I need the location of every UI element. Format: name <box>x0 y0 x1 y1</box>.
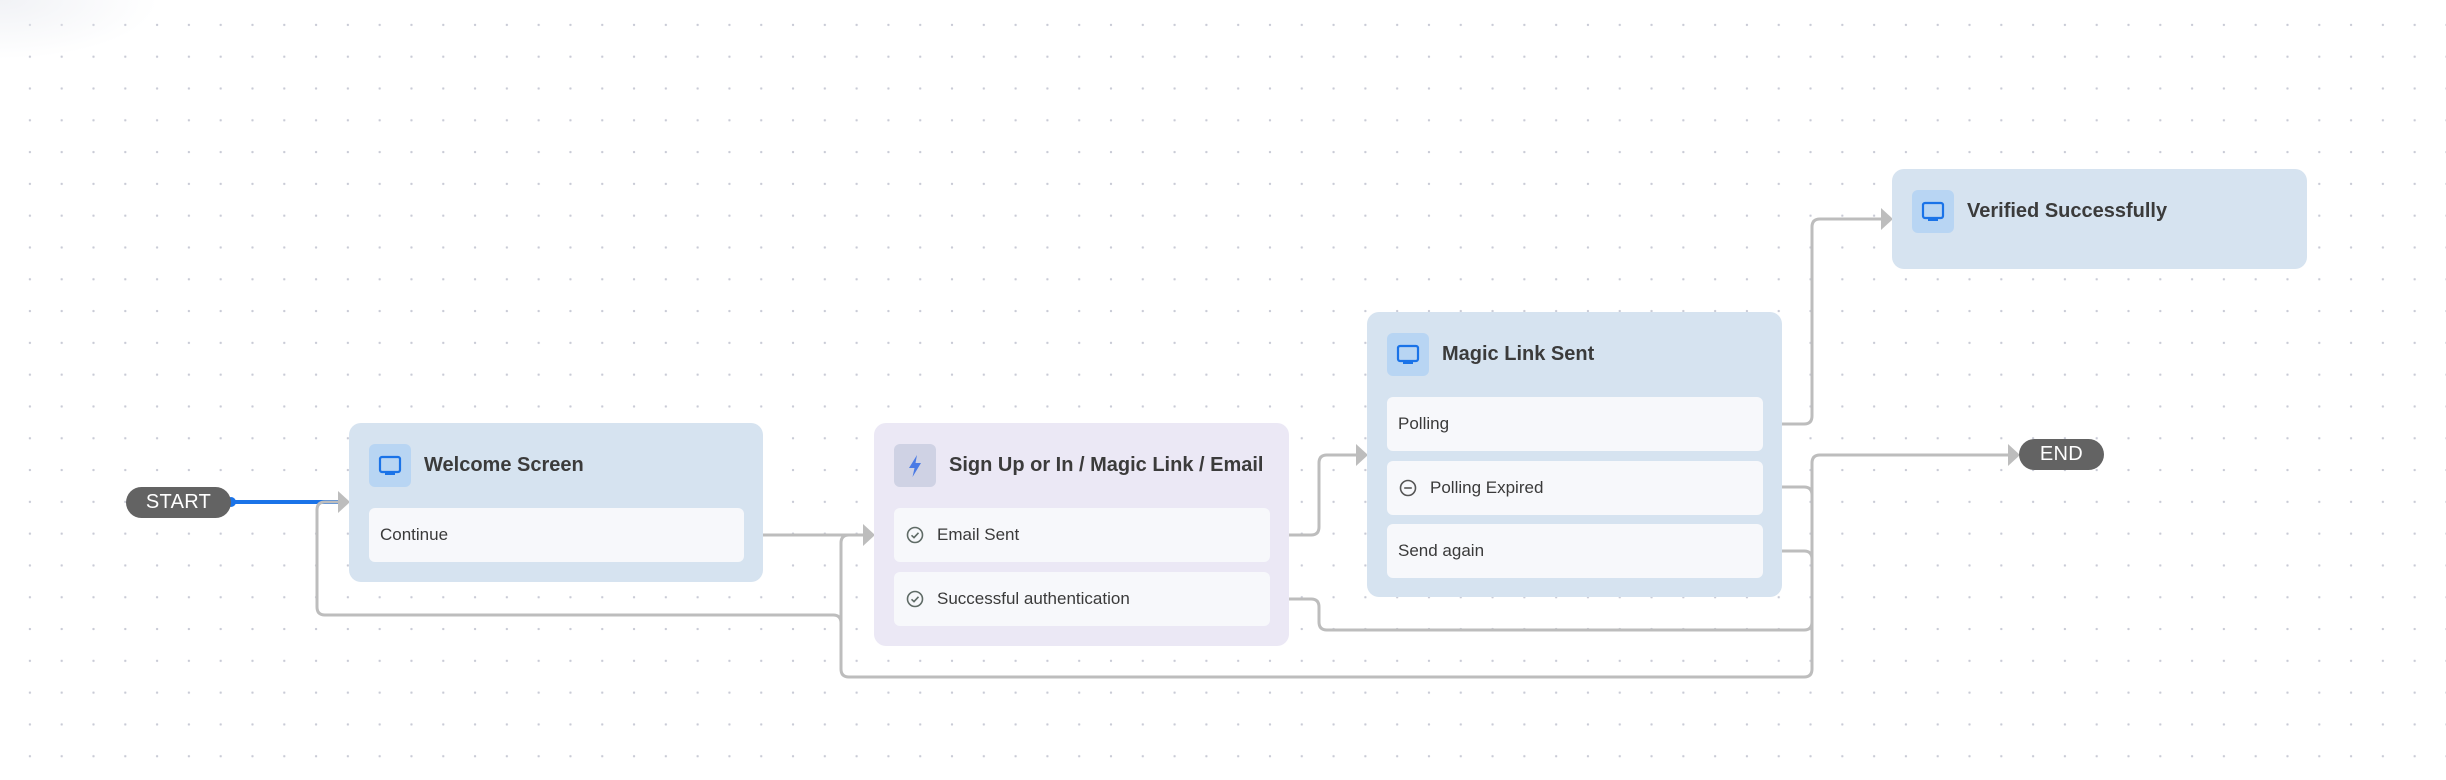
node-title: Verified Successfully <box>1967 200 2168 222</box>
node-verified-successfully[interactable]: Verified Successfully <box>1892 169 2307 269</box>
output-row-send-again[interactable]: Send again <box>1387 524 1763 578</box>
lightning-icon <box>894 444 936 487</box>
row-label: Send again <box>1398 541 1485 560</box>
node-header: Verified Successfully <box>1912 190 2167 233</box>
row-label: Email Sent <box>937 525 1020 544</box>
node-header: Magic Link Sent <box>1387 333 1594 376</box>
output-row-polling[interactable]: Polling <box>1387 397 1763 451</box>
node-title: Magic Link Sent <box>1442 343 1595 365</box>
node-magic-link-sent[interactable]: Magic Link Sent Polling Polling Expired … <box>1367 312 1782 597</box>
end-terminal[interactable]: END <box>2019 439 2104 470</box>
output-row-successful-authentication[interactable]: Successful authentication <box>894 572 1270 626</box>
node-title: Sign Up or In / Magic Link / Email <box>949 454 1264 476</box>
node-title: Welcome Screen <box>424 454 584 476</box>
check-circle-icon <box>905 525 925 545</box>
output-row-continue[interactable]: Continue <box>369 508 744 562</box>
start-label: START <box>145 491 212 513</box>
monitor-icon <box>1912 190 1954 233</box>
minus-circle-icon <box>1398 478 1418 498</box>
node-header: Sign Up or In / Magic Link / Email <box>894 444 1263 487</box>
start-terminal[interactable]: START <box>126 487 231 518</box>
output-row-email-sent[interactable]: Email Sent <box>894 508 1270 562</box>
row-label: Polling <box>1398 414 1450 433</box>
row-label: Successful authentication <box>937 589 1130 608</box>
row-label: Continue <box>380 525 449 544</box>
row-label: Polling Expired <box>1430 478 1544 497</box>
check-circle-icon <box>905 589 925 609</box>
end-label: END <box>2039 443 2084 465</box>
monitor-icon <box>369 444 411 487</box>
output-row-polling-expired[interactable]: Polling Expired <box>1387 461 1763 515</box>
edges-layer <box>226 208 2020 679</box>
canvas-corner-shade <box>0 0 160 60</box>
node-header: Welcome Screen <box>369 444 584 487</box>
node-welcome-screen[interactable]: Welcome Screen Continue <box>349 423 763 582</box>
node-sign-up-or-in[interactable]: Sign Up or In / Magic Link / Email Email… <box>874 423 1289 646</box>
monitor-icon <box>1387 333 1429 376</box>
